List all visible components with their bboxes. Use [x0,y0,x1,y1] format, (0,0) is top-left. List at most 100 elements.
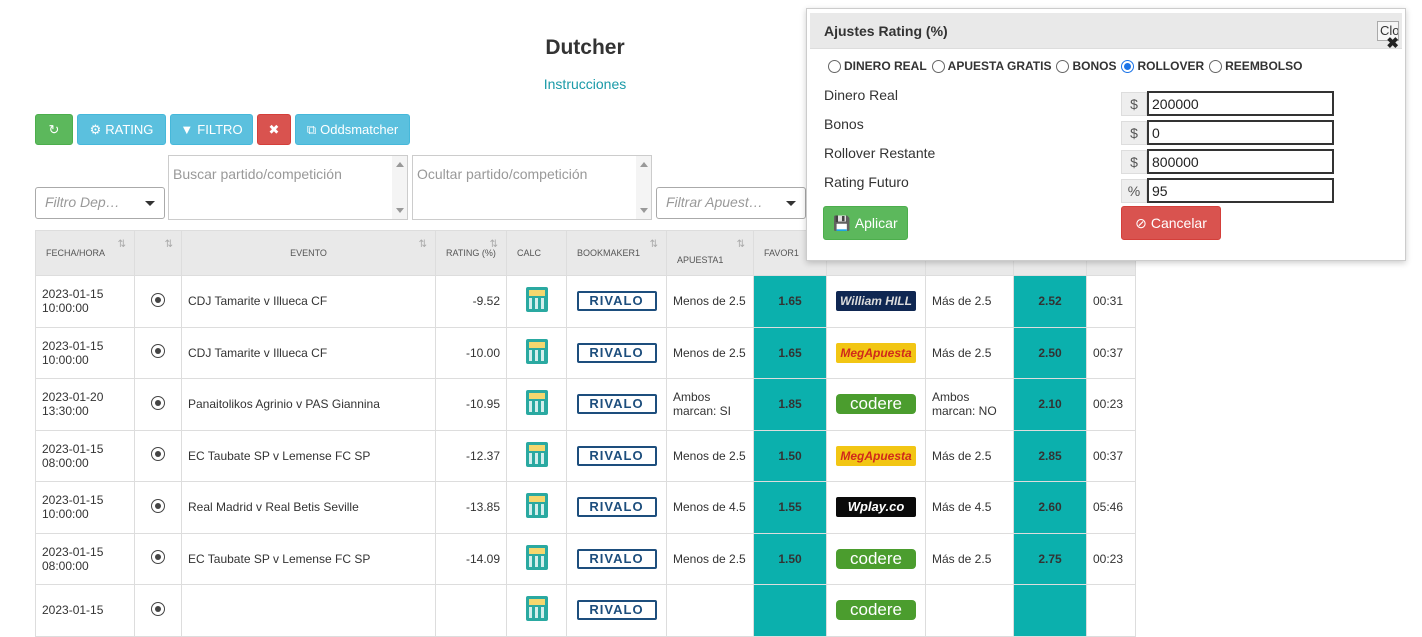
bet1-text: Menos de 2.5 [673,345,746,360]
clear-button[interactable]: ✖ [257,114,291,145]
bookmaker1-logo[interactable]: RIVALO [576,600,657,621]
bookmaker2-cell[interactable]: codere [826,532,926,585]
cancel-button[interactable]: ⊘ Cancelar [1121,206,1221,240]
calculator-icon[interactable] [525,338,548,364]
calculator-icon[interactable] [525,287,548,313]
bookmaker1-logo[interactable]: RIVALO [576,394,657,415]
bookmaker1-cell[interactable]: RIVALO [566,326,667,379]
sport-cell [134,275,182,328]
calc-cell[interactable] [506,584,567,637]
bookmaker1-logo[interactable]: RIVALO [576,291,657,312]
calculator-icon[interactable] [525,544,548,570]
radio-bonos[interactable]: BONOS [1056,59,1116,73]
close-icon[interactable]: ✖ [1386,34,1399,52]
bookmaker2-logo[interactable]: Wplay.co [836,497,916,518]
hide-match-textarea[interactable]: Ocultar partido/competición [412,155,652,220]
col-header-fecha[interactable]: FECHA/HORA ⇅ [35,230,135,276]
dinero-real-input[interactable] [1147,91,1334,116]
calc-cell[interactable] [506,532,567,585]
radio-rollover[interactable]: ROLLOVER [1121,59,1204,73]
apply-button[interactable]: 💾 Aplicar [823,206,908,240]
date-cell: 2023-01-15 10:00:00 [35,326,135,379]
bookmaker1-cell[interactable]: RIVALO [566,378,667,431]
radio-reembolso[interactable]: REEMBOLSO [1209,59,1302,73]
bookmaker2-logo[interactable]: codere [836,600,916,621]
col-header-bookmaker1[interactable]: BOOKMAKER1 ⇅ [566,230,667,276]
time-text: 13:30:00 [42,404,89,419]
table-row[interactable]: 2023-01-15 10:00:00 Real Madrid v Real Bet… [35,481,1136,534]
radio-button[interactable] [828,59,841,73]
bookmaker2-cell[interactable]: William HILL [826,275,926,328]
bookmaker2-cell[interactable]: Wplay.co [826,481,926,534]
radio-button[interactable] [931,59,945,73]
col-header-calc: CALC [506,230,567,276]
calc-cell[interactable] [506,326,567,379]
radio-button[interactable] [1056,59,1070,73]
textarea-scrollbar[interactable] [392,156,407,219]
calculator-icon[interactable] [525,441,548,467]
col-header-evento[interactable]: EVENTO ⇅ [181,230,436,276]
rating-button[interactable]: ⚙ RATING [77,114,166,145]
table-row[interactable]: 2023-01-15 10:00:00 CDJ Tamarite v Illueca… [35,275,1136,328]
bookmaker2-cell[interactable]: MegApuesta [826,326,926,379]
bookmaker2-logo[interactable]: MegApuesta [836,445,916,466]
bookmaker2-logo[interactable]: MegApuesta [836,342,916,363]
refresh-button[interactable]: ↻ [35,114,73,145]
date-cell: 2023-01-15 08:00:00 [35,429,135,482]
table-row[interactable]: 2023-01-15 RIVALO codere [35,584,1136,637]
bookmaker2-logo[interactable]: codere [836,548,916,569]
bookmaker1-logo[interactable]: RIVALO [576,497,657,518]
radio-label: BONOS [1072,59,1117,73]
table-row[interactable]: 2023-01-15 08:00:00 EC Taubate SP v Lemens… [35,532,1136,585]
sport-filter-select[interactable]: Filtro Dep… [35,187,165,219]
bookmaker2-logo[interactable]: William HILL [836,291,916,312]
radio-button[interactable] [1121,59,1135,73]
bookmaker1-cell[interactable]: RIVALO [566,481,667,534]
search-match-textarea[interactable]: Buscar partido/competición [168,155,408,220]
radio-apuesta-gratis[interactable]: APUESTA GRATIS [931,59,1051,73]
radio-button[interactable] [1209,59,1223,73]
calc-cell[interactable] [506,481,567,534]
col-header-apuesta1[interactable]: APUESTA1 ⇅ [666,230,754,276]
bookmaker1-cell[interactable]: RIVALO [566,532,667,585]
calculator-icon[interactable] [525,390,548,416]
calculator-icon[interactable] [525,493,548,519]
bookmaker1-cell[interactable]: RIVALO [566,584,667,637]
col-header-sport[interactable]: ⇅ [134,230,182,276]
bookmaker1-cell[interactable]: RIVALO [566,275,667,328]
calc-cell[interactable] [506,275,567,328]
radio-dinero-real[interactable]: DINERO REAL [828,59,927,73]
table-row[interactable]: 2023-01-15 10:00:00 CDJ Tamarite v Illueca… [35,326,1136,379]
time-left-cell: 05:46 [1086,481,1136,534]
date-text: 2023-01-15 [42,287,104,302]
calc-cell[interactable] [506,378,567,431]
table-row[interactable]: 2023-01-20 13:30:00 Panaitolikos Agrinio v… [35,378,1136,431]
event-cell: CDJ Tamarite v Illueca CF [181,275,436,328]
filter-button[interactable]: ▼ FILTRO [170,114,253,145]
col-header-rating[interactable]: RATING (%) ⇅ [435,230,507,276]
event-text: CDJ Tamarite v Illueca CF [188,294,328,309]
rating-button-label: RATING [105,122,154,137]
bet1-cell: Ambos marcan: SI [666,378,754,431]
rating-futuro-input[interactable] [1147,178,1334,203]
calculator-icon[interactable] [525,596,548,622]
bookmaker1-cell[interactable]: RIVALO [566,429,667,482]
rollover-restante-input[interactable] [1147,149,1334,174]
bookmaker1-logo[interactable]: RIVALO [576,342,657,363]
bookmaker1-logo[interactable]: RIVALO [576,548,657,569]
rating-futuro-addon: % [1121,179,1147,203]
oddsmatcher-button[interactable]: ⧉ Oddsmatcher [295,114,410,145]
bookmaker2-cell[interactable]: MegApuesta [826,429,926,482]
bookmaker2-cell[interactable]: codere [826,378,926,431]
textarea-scrollbar[interactable] [636,156,651,219]
bookmaker2-logo[interactable]: codere [836,394,916,415]
bonos-input[interactable] [1147,120,1334,145]
bookmaker2-cell[interactable]: codere [826,584,926,637]
calc-cell[interactable] [506,429,567,482]
table-row[interactable]: 2023-01-15 08:00:00 EC Taubate SP v Lemens… [35,429,1136,482]
col-header-label: BOOKMAKER1 [577,248,641,258]
favor1-odds: 1.85 [778,397,802,412]
bet-filter-select[interactable]: Filtrar Apuest… [656,187,806,219]
sport-cell [134,532,182,585]
bookmaker1-logo[interactable]: RIVALO [576,445,657,466]
